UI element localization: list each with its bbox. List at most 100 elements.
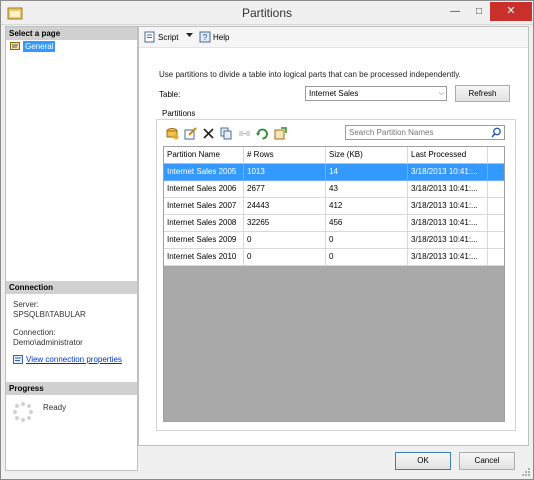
partition-properties-button[interactable] [273,126,288,141]
connection-header: Connection [6,281,137,294]
connection-label: Connection: [13,328,56,337]
table-row[interactable]: Internet Sales 2005 1013 14 3/18/2013 10:41… [164,164,504,181]
properties-icon [274,127,287,140]
search-input[interactable] [346,126,486,139]
partitions-group-label: Partitions [160,109,198,118]
cell-filler [488,215,504,232]
ok-button[interactable]: OK [395,452,451,470]
progress-header: Progress [6,382,137,395]
progress-spinner-icon [13,402,33,422]
select-page-header: Select a page [6,27,137,40]
main-pane: Script ? Help Use partitions to divide a… [138,26,529,446]
partition-search-box[interactable] [345,125,505,140]
cell-size: 412 [326,198,408,215]
process-partition-button[interactable] [255,126,270,141]
cell-filler [488,181,504,198]
help-icon: ? [199,31,211,43]
cell-partition-name: Internet Sales 2005 [164,164,244,181]
cell-last-processed: 3/18/2013 10:41:... [408,181,488,198]
progress-status: Ready [43,403,67,412]
cell-last-processed: 3/18/2013 10:41:... [408,164,488,181]
cell-size: 0 [326,232,408,249]
cell-last-processed: 3/18/2013 10:41:... [408,232,488,249]
page-item-general[interactable]: General [10,40,56,52]
cell-size: 456 [326,215,408,232]
cell-rows: 2677 [244,181,326,198]
connection-value: Demo\administrator [13,338,83,347]
cell-filler [488,232,504,249]
merge-icon [239,131,250,136]
chevron-down-icon: ⌵ [438,90,444,97]
left-pane: Select a page General Connection Server:… [5,26,138,471]
delete-partition-button[interactable] [201,126,216,141]
cell-rows: 0 [244,232,326,249]
cell-rows: 0 [244,249,326,266]
column-header-rows[interactable]: # Rows [244,147,326,164]
table-row[interactable]: Internet Sales 2008 32265 456 3/18/2013 10:… [164,215,504,232]
page-item-label: General [23,40,56,52]
script-label: Script [158,32,179,42]
cell-partition-name: Internet Sales 2006 [164,181,244,198]
table-select-value: Internet Sales [309,89,359,98]
cell-rows: 32265 [244,215,326,232]
partitions-dialog: Partitions — □ ✕ Select a page General C… [0,0,534,480]
edit-icon [184,127,197,140]
grid-header-row: Partition Name # Rows Size (KB) Last Pro… [164,147,504,164]
cell-filler [488,164,504,181]
table-row[interactable]: Internet Sales 2006 2677 43 3/18/2013 10:41… [164,181,504,198]
copy-icon [220,127,232,140]
script-button[interactable]: Script [144,31,178,43]
cell-rows: 1013 [244,164,326,181]
cell-last-processed: 3/18/2013 10:41:... [408,198,488,215]
view-connection-properties-label: View connection properties [26,355,122,364]
table-label: Table: [159,90,181,99]
cancel-button[interactable]: Cancel [459,452,515,470]
table-row[interactable]: Internet Sales 2007 24443 412 3/18/2013 10:… [164,198,504,215]
properties-icon [13,355,23,364]
new-partition-button[interactable] [165,126,180,141]
cell-last-processed: 3/18/2013 10:41:... [408,215,488,232]
partitions-toolbar [165,126,291,141]
script-dropdown-arrow[interactable] [186,33,193,38]
cell-size: 14 [326,164,408,181]
cell-partition-name: Internet Sales 2010 [164,249,244,266]
resize-grip-icon[interactable] [521,467,531,477]
cell-filler [488,249,504,266]
toolbar: Script ? Help [139,27,528,48]
column-header-filler [488,147,504,164]
process-icon [256,128,268,140]
merge-partition-button[interactable] [237,126,252,141]
delete-icon [203,128,214,139]
minimize-button[interactable]: — [442,2,468,21]
help-button[interactable]: ? Help [199,31,229,43]
column-header-partition-name[interactable]: Partition Name [164,147,244,164]
svg-text:?: ? [203,33,208,42]
column-header-last-processed[interactable]: Last Processed [408,147,488,164]
refresh-button[interactable]: Refresh [455,85,510,102]
view-connection-properties-link[interactable]: View connection properties [13,355,122,364]
wrench-page-icon [10,42,20,50]
table-row[interactable]: Internet Sales 2009 0 0 3/18/2013 10:41:... [164,232,504,249]
copy-partition-button[interactable] [219,126,234,141]
cell-partition-name: Internet Sales 2007 [164,198,244,215]
title-bar: Partitions — □ ✕ [1,1,533,25]
cell-rows: 24443 [244,198,326,215]
description-text: Use partitions to divide a table into lo… [159,70,461,79]
cell-size: 43 [326,181,408,198]
cell-filler [488,198,504,215]
column-header-size[interactable]: Size (KB) [326,147,408,164]
help-label: Help [213,32,230,42]
partitions-grid[interactable]: Partition Name # Rows Size (KB) Last Pro… [163,146,505,422]
cell-partition-name: Internet Sales 2008 [164,215,244,232]
table-select[interactable]: Internet Sales ⌵ [305,86,447,101]
server-value: SPSQLBI\TABULAR [13,310,86,319]
search-icon[interactable] [491,127,502,138]
server-label: Server: [13,300,39,309]
table-row[interactable]: Internet Sales 2010 0 0 3/18/2013 10:41:... [164,249,504,266]
edit-partition-button[interactable] [183,126,198,141]
maximize-button[interactable]: □ [466,2,492,21]
close-button[interactable]: ✕ [490,2,532,21]
chevron-down-icon [186,33,193,37]
cell-size: 0 [326,249,408,266]
script-icon [144,31,155,43]
